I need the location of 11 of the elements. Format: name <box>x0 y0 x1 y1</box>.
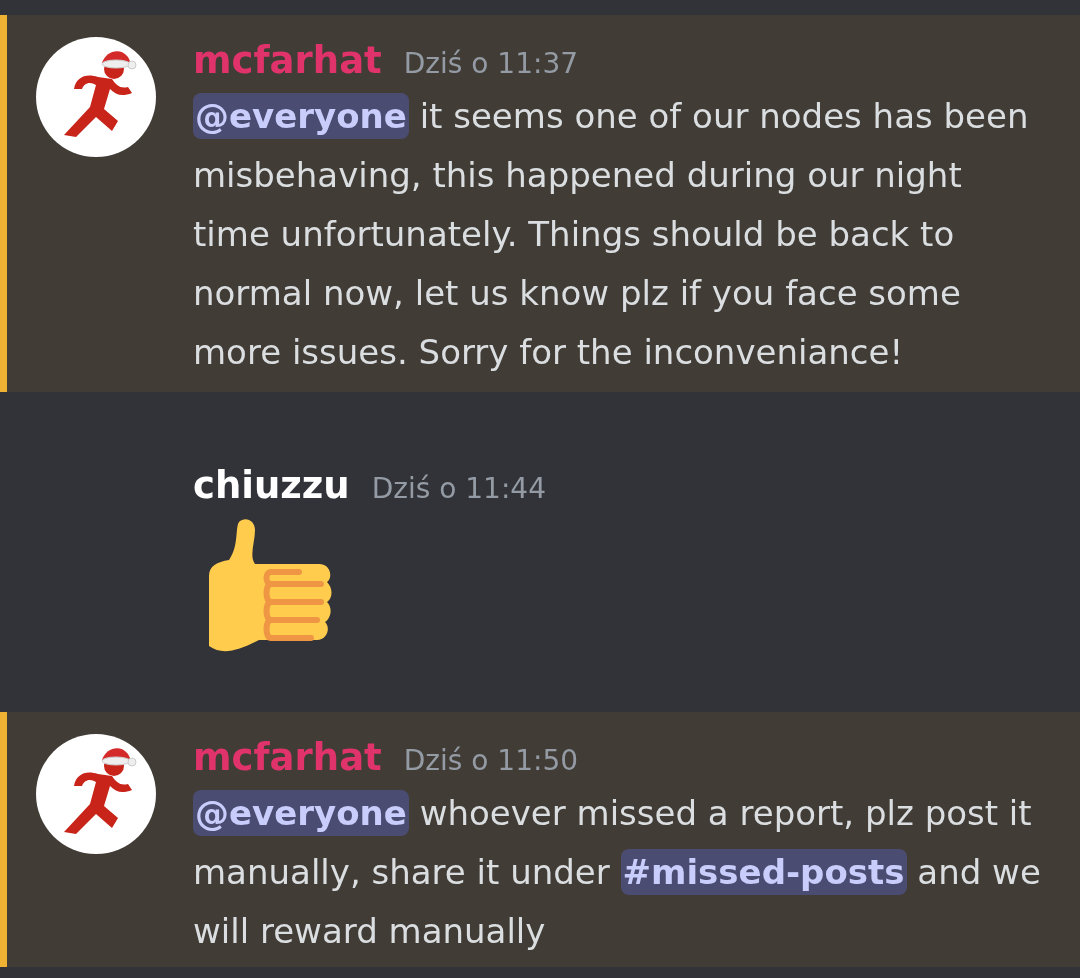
timestamp: Dziś o 11:44 <box>371 471 546 507</box>
mention-link[interactable]: @everyone <box>193 93 409 139</box>
channel-link[interactable]: #missed-posts <box>620 849 907 895</box>
mention-link[interactable]: @everyone <box>193 790 409 836</box>
timestamp: Dziś o 11:37 <box>403 46 579 82</box>
runner-avatar-icon[interactable] <box>36 37 156 157</box>
message-text: @everyone it seems one of our nodes has been misbehaving, this happened during our night time unfortunately. Things should be back to normal now, let us know plz if you face some more issues. Sorry for the inconveniance! <box>193 87 1048 382</box>
runner-avatar-icon[interactable] <box>36 734 156 854</box>
timestamp: Dziś o 11:50 <box>403 743 579 779</box>
message-text: @everyone whoever missed a report, plz post it manually, share it under #missed-posts and we will reward manually <box>193 784 1048 961</box>
username[interactable]: chiuzzu <box>193 462 350 510</box>
